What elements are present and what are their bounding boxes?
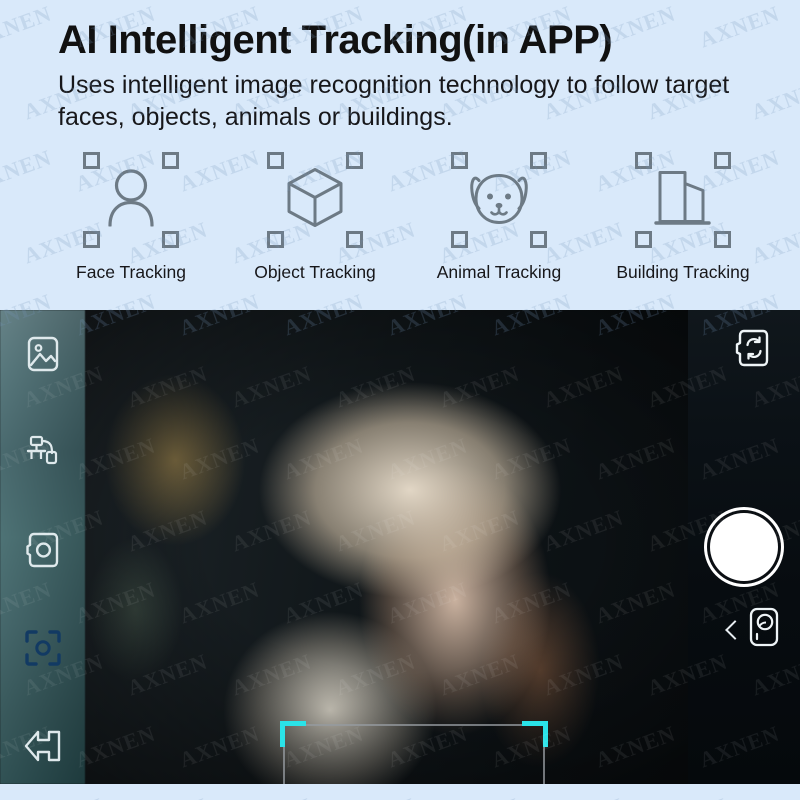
tracking-mode-face[interactable]: Face Tracking bbox=[42, 152, 220, 302]
focus-target-icon bbox=[24, 629, 62, 672]
camera-right-toolbar bbox=[688, 310, 800, 784]
tracking-mode-object[interactable]: Object Tracking bbox=[226, 152, 404, 302]
pan-tilt-button[interactable] bbox=[15, 426, 71, 482]
tracking-corner-tr bbox=[522, 721, 548, 747]
camera-left-toolbar bbox=[0, 310, 85, 784]
image-edit-icon bbox=[26, 335, 60, 378]
page-subtitle: Uses intelligent image recognition techn… bbox=[58, 71, 730, 131]
bracket-corner-bl bbox=[635, 231, 652, 248]
gallery-preview-icon bbox=[748, 607, 780, 652]
bracket-corner-tl bbox=[267, 152, 284, 169]
gallery-button[interactable] bbox=[748, 606, 780, 653]
shutter-button[interactable] bbox=[710, 513, 778, 581]
tracking-mode-animal-label: Animal Tracking bbox=[436, 262, 562, 282]
photo-vignette bbox=[0, 310, 800, 784]
dog-face-icon bbox=[466, 168, 532, 233]
flip-camera-button[interactable] bbox=[735, 328, 771, 373]
bracket-corner-tr bbox=[530, 152, 547, 169]
tracking-corner-tl bbox=[280, 721, 306, 747]
object-bracket-frame bbox=[267, 152, 363, 248]
bottom-strip bbox=[0, 784, 800, 800]
chevron-left-icon[interactable] bbox=[725, 619, 745, 640]
bracket-corner-br bbox=[346, 231, 363, 248]
building-bracket-frame bbox=[635, 152, 731, 248]
tracking-mode-building[interactable]: Building Tracking bbox=[594, 152, 772, 302]
face-bracket-frame bbox=[83, 152, 179, 248]
buildings-icon bbox=[654, 168, 712, 233]
person-icon bbox=[103, 169, 159, 232]
cube-icon bbox=[285, 167, 345, 234]
gallery-row bbox=[725, 606, 780, 653]
camera-preview[interactable] bbox=[0, 310, 800, 784]
bracket-corner-bl bbox=[267, 231, 284, 248]
ai-tracking-button[interactable] bbox=[15, 622, 71, 678]
bracket-corner-br bbox=[530, 231, 547, 248]
bracket-corner-tl bbox=[83, 152, 100, 169]
page-root: AI Intelligent Tracking(in APP) Uses int… bbox=[0, 0, 800, 800]
bracket-corner-br bbox=[162, 231, 179, 248]
camera-flip-icon bbox=[735, 329, 771, 372]
page-title: AI Intelligent Tracking(in APP) bbox=[58, 18, 613, 62]
back-arrow-icon bbox=[23, 728, 63, 769]
header-section: AI Intelligent Tracking(in APP) Uses int… bbox=[0, 0, 800, 310]
tracking-mode-building-label: Building Tracking bbox=[616, 262, 750, 282]
back-button[interactable] bbox=[15, 720, 71, 776]
camera-lens-icon bbox=[25, 531, 60, 574]
bracket-corner-bl bbox=[451, 231, 468, 248]
tracking-mode-object-label: Object Tracking bbox=[254, 262, 376, 282]
active-tracking-frame bbox=[280, 721, 548, 784]
capture-mode-button[interactable] bbox=[15, 524, 71, 580]
tracking-mode-animal[interactable]: Animal Tracking bbox=[410, 152, 588, 302]
tracking-modes-row: Face Tracking Object Tracking Animal Tra… bbox=[42, 152, 772, 302]
bracket-corner-tr bbox=[714, 152, 731, 169]
bracket-corner-tl bbox=[451, 152, 468, 169]
animal-bracket-frame bbox=[451, 152, 547, 248]
bracket-corner-tr bbox=[346, 152, 363, 169]
bracket-corner-tr bbox=[162, 152, 179, 169]
image-settings-button[interactable] bbox=[15, 328, 71, 384]
bracket-corner-br bbox=[714, 231, 731, 248]
tracking-mode-face-label: Face Tracking bbox=[76, 262, 186, 282]
ptz-gimbal-icon bbox=[25, 434, 61, 475]
bracket-corner-tl bbox=[635, 152, 652, 169]
bracket-corner-bl bbox=[83, 231, 100, 248]
